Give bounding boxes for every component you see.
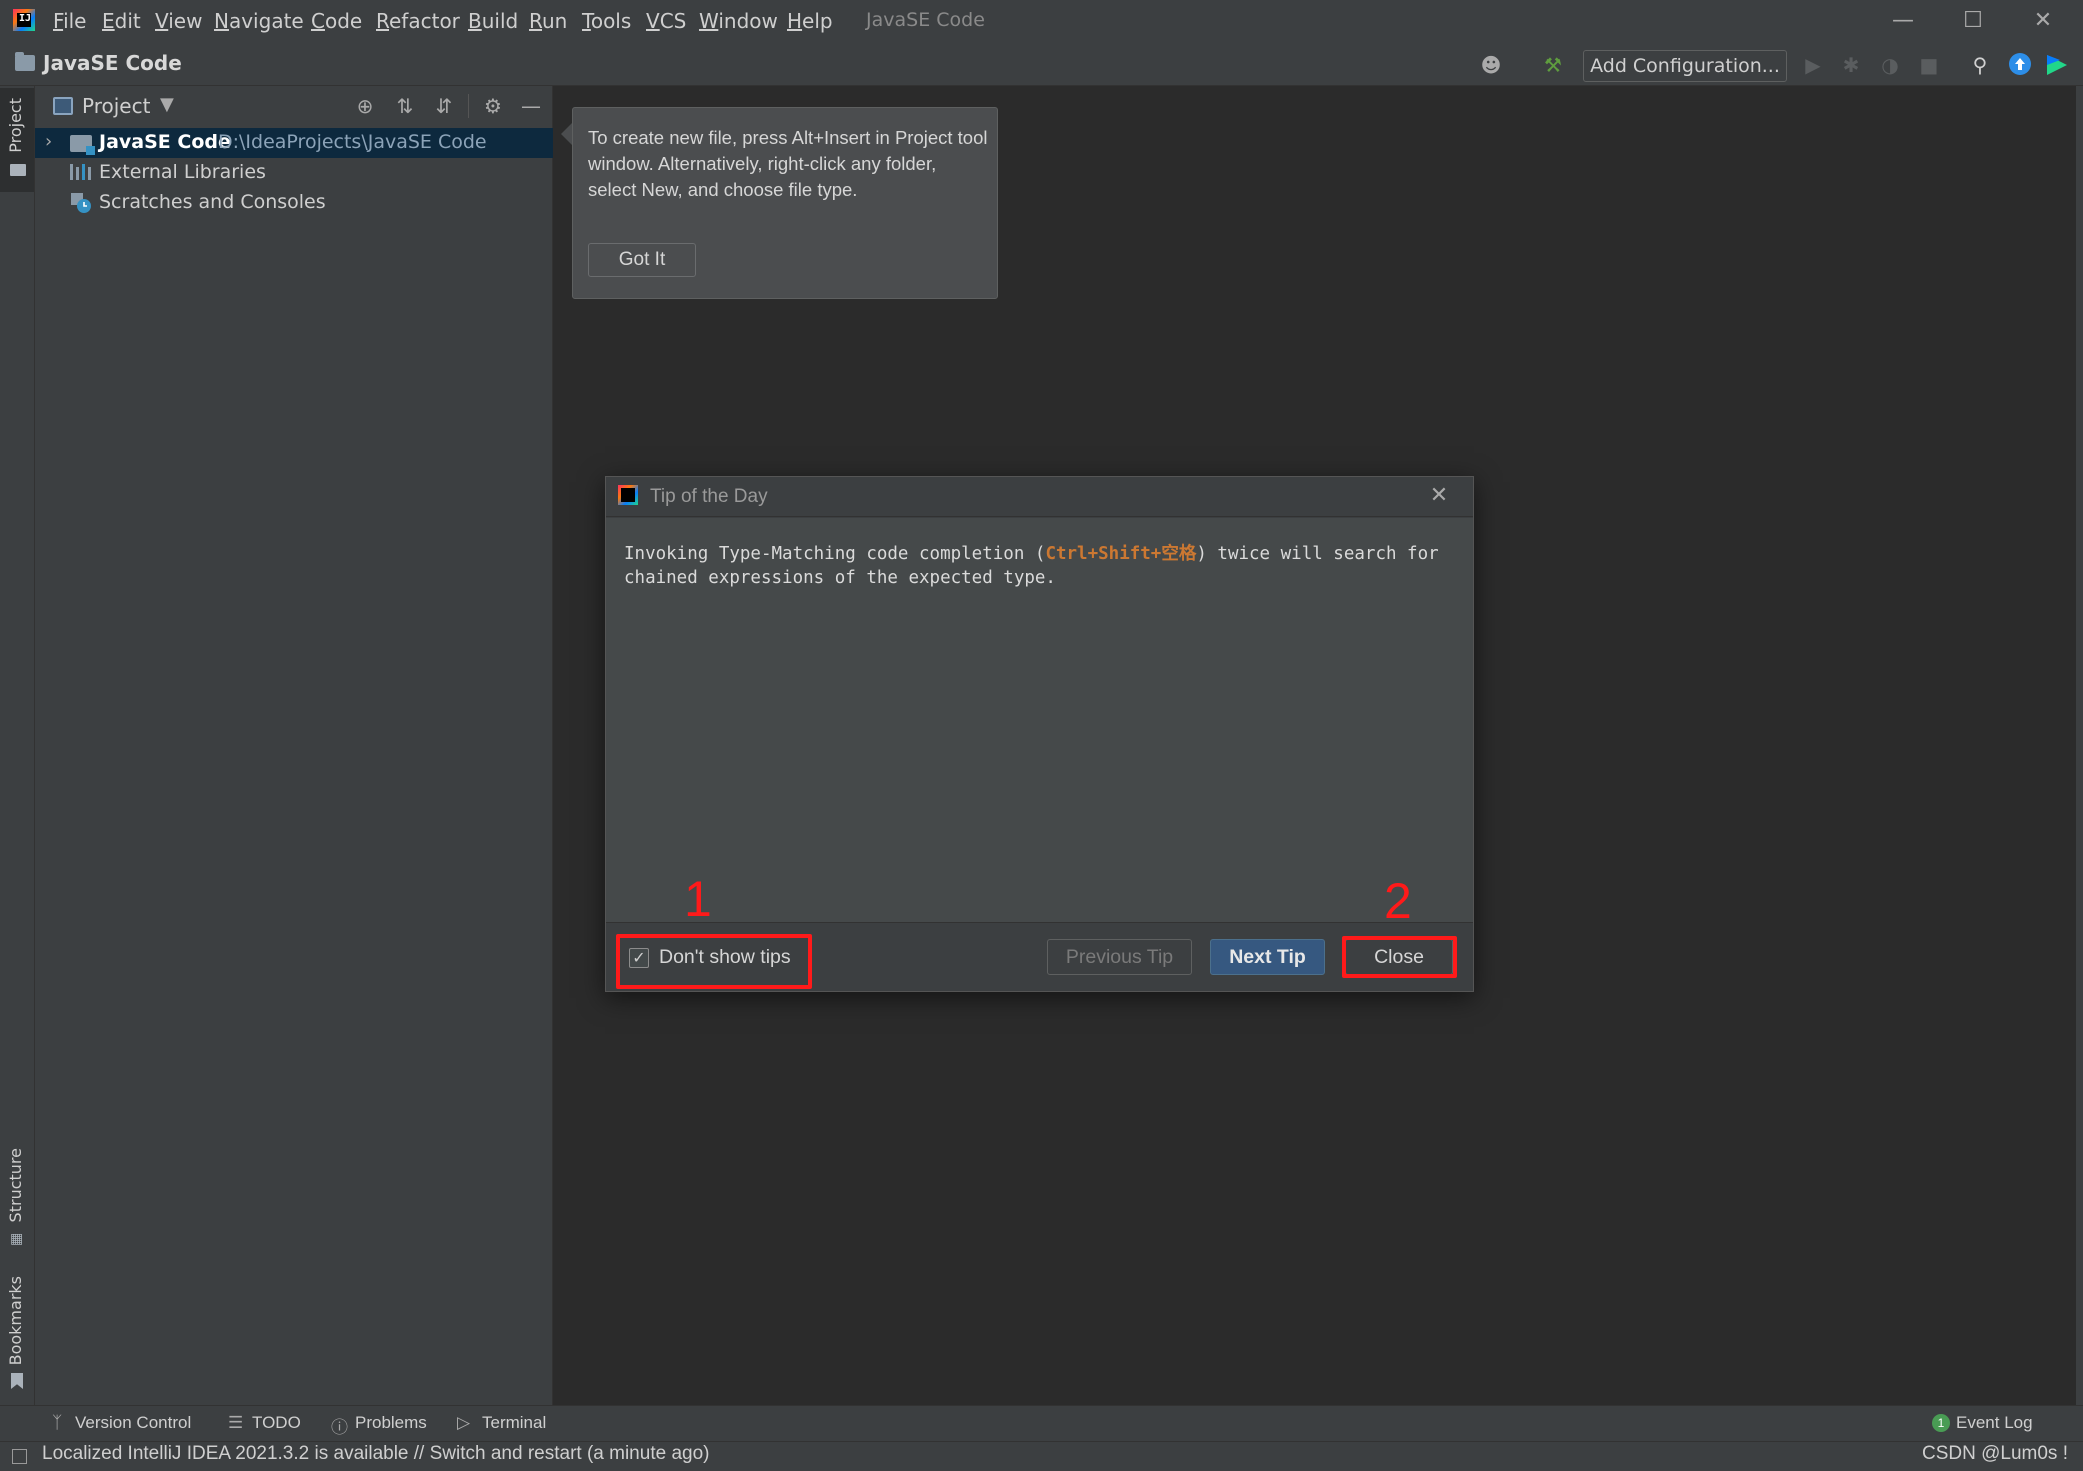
intellij-logo-icon xyxy=(618,485,638,505)
project-tab-label[interactable]: Project xyxy=(6,98,25,153)
structure-icon: ▦ xyxy=(10,1231,24,1247)
run-icon[interactable]: ▶ xyxy=(1800,52,1826,78)
hide-panel-icon[interactable]: — xyxy=(519,94,543,118)
tip-text: Invoking Type-Matching code completion (… xyxy=(624,542,1460,590)
build-hammer-icon[interactable]: ⚒ xyxy=(1540,52,1566,78)
expand-all-icon[interactable]: ⇅ xyxy=(393,94,417,118)
intellij-logo-icon: IJ xyxy=(13,9,35,31)
project-panel xyxy=(35,86,553,1405)
project-folder-icon xyxy=(15,52,35,71)
watermark-text: CSDN @Lum0s ! xyxy=(1922,1443,2068,1464)
annotation-box-2 xyxy=(1342,936,1457,978)
close-icon[interactable]: ✕ xyxy=(1426,483,1452,509)
toggle-toolwindows-icon[interactable] xyxy=(12,1449,27,1464)
menu-code[interactable]: Code xyxy=(311,9,362,33)
previous-tip-button[interactable]: Previous Tip xyxy=(1047,939,1192,975)
annotation-marker-1: 1 xyxy=(684,871,712,927)
collapse-all-icon[interactable]: ⇵ xyxy=(432,94,456,118)
menu-tools[interactable]: Tools xyxy=(582,9,631,33)
scratches-icon xyxy=(70,192,92,214)
menu-build[interactable]: Build xyxy=(468,9,518,33)
tree-item-scratches[interactable]: Scratches and Consoles xyxy=(99,191,326,213)
user-account-icon[interactable]: ☻▾ xyxy=(1478,52,1504,103)
menu-help[interactable]: Help xyxy=(787,9,833,33)
menu-navigate[interactable]: Navigate xyxy=(214,9,304,33)
status-message[interactable]: Localized IntelliJ IDEA 2021.3.2 is avai… xyxy=(42,1443,709,1465)
terminal-tab[interactable]: Terminal xyxy=(482,1413,546,1433)
tip-shortcut: Ctrl+Shift+空格 xyxy=(1045,544,1197,564)
project-panel-title[interactable]: Project xyxy=(82,94,150,118)
bottom-tool-strip xyxy=(0,1405,2083,1441)
project-tab-icon xyxy=(10,164,26,176)
bookmarks-tab-label[interactable]: Bookmarks xyxy=(6,1276,25,1365)
terminal-icon: ▷ xyxy=(457,1413,471,1432)
editor-scrollbar[interactable] xyxy=(2076,86,2083,1405)
module-folder-icon xyxy=(70,135,95,155)
debug-icon[interactable]: ✱ xyxy=(1838,52,1864,78)
hint-text: To create new file, press Alt+Insert in … xyxy=(588,127,988,200)
structure-tab-label[interactable]: Structure xyxy=(6,1148,25,1222)
next-tip-button[interactable]: Next Tip xyxy=(1210,939,1325,975)
got-it-button[interactable]: Got It xyxy=(588,243,696,277)
update-icon[interactable] xyxy=(2007,52,2033,78)
tree-item-external-libraries[interactable]: External Libraries xyxy=(99,161,266,183)
dialog-title: Tip of the Day xyxy=(650,486,768,507)
tree-item-javase-code[interactable]: JavaSE Code xyxy=(99,131,231,153)
problems-icon: ⓘ xyxy=(331,1418,348,1437)
menu-edit[interactable]: Edit xyxy=(102,9,141,33)
stop-icon[interactable]: ■ xyxy=(1916,52,1942,78)
menu-window[interactable]: Window xyxy=(699,9,778,33)
maximize-icon[interactable]: ☐ xyxy=(1955,6,1991,36)
hint-arrow xyxy=(561,123,572,145)
window-title: JavaSE Code xyxy=(866,9,985,31)
list-icon: ☰ xyxy=(228,1413,244,1432)
event-count-badge: 1 xyxy=(1932,1414,1950,1432)
coverage-icon[interactable]: ◑ xyxy=(1877,52,1903,78)
tree-item-path: D:\IdeaProjects\JavaSE Code xyxy=(218,131,487,153)
menu-view[interactable]: View xyxy=(155,9,202,33)
locate-icon[interactable]: ⊕ xyxy=(353,94,377,118)
minimize-icon[interactable]: — xyxy=(1885,6,1921,36)
gear-icon[interactable]: ⚙ xyxy=(481,94,505,118)
menu-file[interactable]: File xyxy=(53,9,86,33)
todo-tab[interactable]: TODO xyxy=(252,1413,301,1433)
problems-tab[interactable]: Problems xyxy=(355,1413,427,1433)
tip-text-before: Invoking Type-Matching code completion ( xyxy=(624,544,1046,564)
menu-vcs[interactable]: VCS xyxy=(646,9,686,33)
add-configuration-button[interactable]: Add Configuration... xyxy=(1583,50,1787,82)
toolbar-divider xyxy=(468,94,469,118)
search-icon[interactable]: ⚲ xyxy=(1967,52,1993,78)
project-view-icon xyxy=(53,97,73,115)
window-close-icon[interactable]: ✕ xyxy=(2025,6,2061,36)
chevron-right-icon[interactable]: › xyxy=(45,131,52,152)
version-control-tab[interactable]: Version Control xyxy=(75,1413,191,1433)
vcs-branch-icon: ᛉ xyxy=(52,1413,63,1432)
menu-run[interactable]: Run xyxy=(529,9,567,33)
menu-refactor[interactable]: Refactor xyxy=(376,9,460,33)
chevron-down-icon[interactable]: ▼ xyxy=(160,94,174,115)
annotation-marker-2: 2 xyxy=(1384,873,1412,929)
annotation-box-1 xyxy=(616,934,812,989)
ide-plugin-icon[interactable] xyxy=(2044,52,2070,78)
libraries-icon xyxy=(70,164,92,180)
event-log-tab[interactable]: Event Log xyxy=(1956,1413,2033,1433)
breadcrumb[interactable]: JavaSE Code xyxy=(43,51,182,75)
